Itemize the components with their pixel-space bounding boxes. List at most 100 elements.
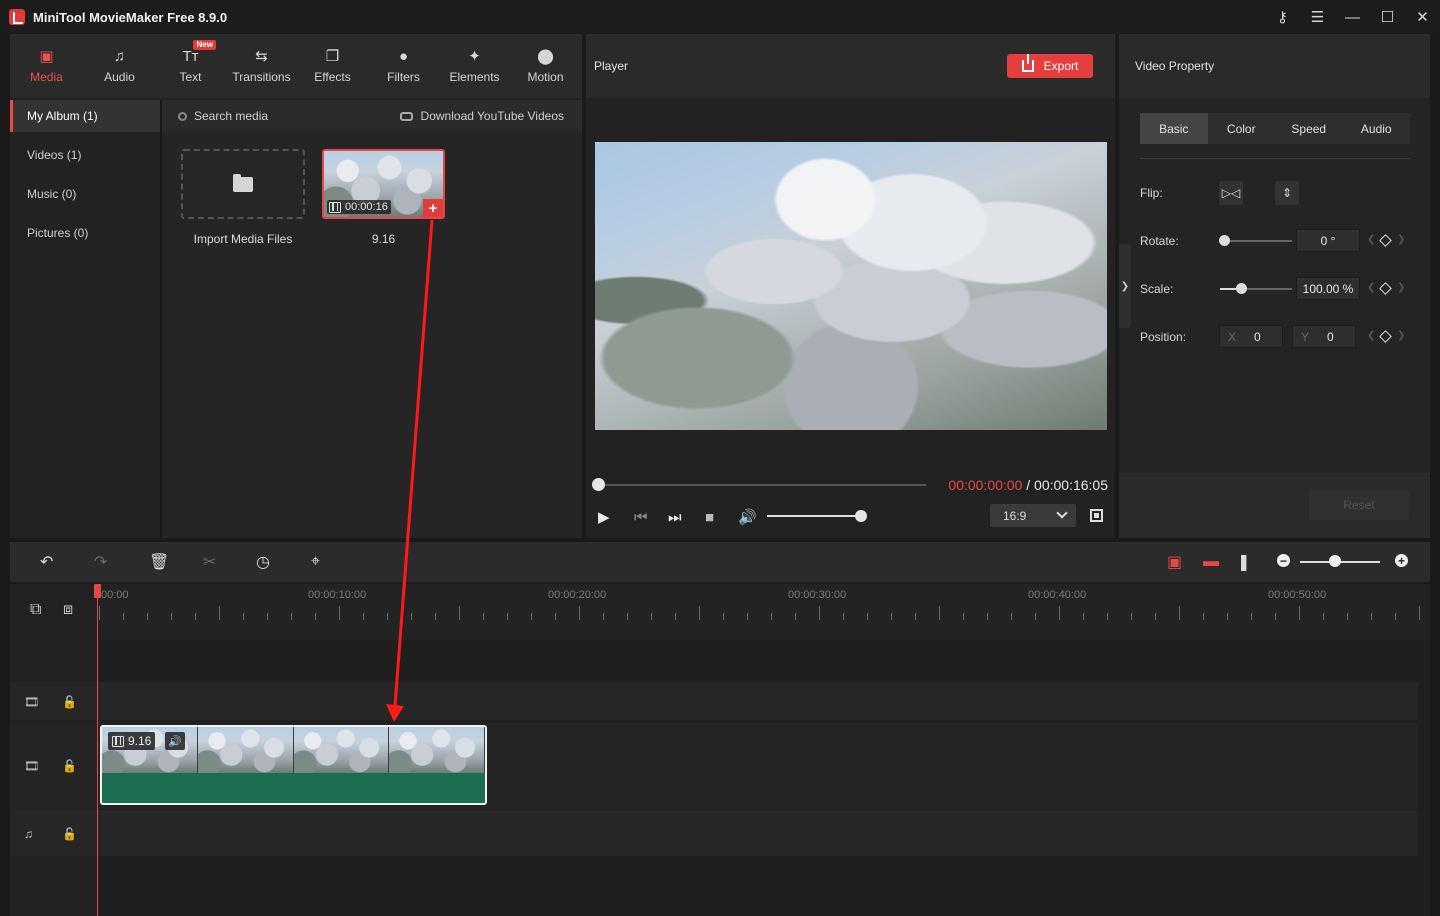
minimize-icon[interactable]: — xyxy=(1335,0,1370,34)
album-item-music[interactable]: Music (0) xyxy=(10,174,160,213)
zoom-handle[interactable] xyxy=(1329,555,1341,567)
export-button[interactable]: Export xyxy=(1007,54,1093,78)
stop-button[interactable]: ■ xyxy=(705,509,714,526)
preview-frame xyxy=(595,142,1107,430)
search-input[interactable]: Search media xyxy=(194,109,268,123)
album-item-videos[interactable]: Videos (1) xyxy=(10,135,160,174)
timeline-toolbar: ↶ ↷ 🗑 ✂ ◷ ⌖ ▣ ▬ ❚ − + xyxy=(10,542,1430,582)
next-keyframe-icon[interactable]: ❯ xyxy=(1397,234,1405,245)
volume-handle[interactable] xyxy=(855,510,867,522)
next-keyframe-icon[interactable]: ❯ xyxy=(1397,282,1405,293)
play-icon: ▶ xyxy=(598,509,610,526)
ruler-tick xyxy=(651,613,652,620)
redo-button[interactable]: ↷ xyxy=(94,554,107,571)
tab-filters[interactable]: ● Filters xyxy=(367,34,440,98)
tab-transitions[interactable]: ⇆ Transitions xyxy=(225,34,298,98)
tab-basic[interactable]: Basic xyxy=(1140,113,1208,144)
media-search-bar[interactable]: Search media Download YouTube Videos xyxy=(162,100,582,132)
rotate-handle[interactable] xyxy=(1219,235,1230,246)
timeline-video-clip[interactable]: 9.16 🔊 xyxy=(100,725,487,805)
ruler-tick xyxy=(1059,606,1060,620)
prev-keyframe-icon[interactable]: ❮ xyxy=(1367,330,1375,341)
flip-vertical-button[interactable]: ⇕ xyxy=(1275,181,1299,205)
tab-color[interactable]: Color xyxy=(1208,113,1276,144)
prev-keyframe-icon[interactable]: ❮ xyxy=(1367,234,1375,245)
album-item-my-album[interactable]: My Album (1) xyxy=(10,100,160,132)
delete-button[interactable]: 🗑 xyxy=(149,554,169,571)
crop-button[interactable]: ⌖ xyxy=(311,553,320,570)
snap-button[interactable]: ▣ xyxy=(1167,554,1182,571)
tab-effects[interactable]: ❐ Effects xyxy=(298,34,367,98)
upload-icon xyxy=(1021,54,1034,72)
ruler-tick xyxy=(987,613,988,620)
ruler-tick xyxy=(555,613,556,620)
ruler-tick xyxy=(1275,613,1276,620)
media-library: Search media Download YouTube Videos Imp… xyxy=(162,100,582,538)
position-keyframe-icon[interactable] xyxy=(1379,330,1392,343)
tab-elements[interactable]: ✦ Elements xyxy=(440,34,509,98)
fit-timeline-button[interactable]: ❚ xyxy=(1237,554,1250,571)
lock-icon[interactable]: 🔓 xyxy=(62,695,77,709)
rotate-input[interactable]: 0 ° xyxy=(1296,229,1360,252)
scale-slider[interactable] xyxy=(1220,288,1292,290)
clip-audio-icon[interactable]: 🔊 xyxy=(165,732,185,750)
elements-icon: ✦ xyxy=(468,48,481,65)
split-button[interactable]: ✂ xyxy=(203,554,216,571)
collapse-panel-button[interactable]: ❯ xyxy=(1119,244,1131,328)
lock-icon[interactable]: 🔓 xyxy=(62,827,77,841)
tab-media[interactable]: ▣ Media xyxy=(10,34,83,98)
previous-frame-button[interactable]: ⏮ xyxy=(634,509,648,526)
video-preview xyxy=(595,142,1107,430)
lock-icon[interactable]: 🔓 xyxy=(62,759,77,773)
menu-icon[interactable]: ☰ xyxy=(1300,0,1335,34)
tab-audio[interactable]: ♫ Audio xyxy=(83,34,156,98)
seek-bar[interactable] xyxy=(599,484,926,486)
zoom-out-icon[interactable]: − xyxy=(1277,554,1290,567)
zoom-in-icon[interactable]: + xyxy=(1395,554,1408,567)
key-icon[interactable]: ⚷ xyxy=(1265,0,1300,34)
close-icon[interactable]: ✕ xyxy=(1405,0,1440,34)
position-y-input[interactable]: Y 0 xyxy=(1292,325,1356,348)
volume-slider[interactable] xyxy=(767,515,859,517)
ruler-tick xyxy=(1299,606,1300,620)
tab-audio-property[interactable]: Audio xyxy=(1343,113,1411,144)
next-frame-button[interactable]: ⏭ xyxy=(668,509,682,526)
tab-text[interactable]: New Tᴛ Text xyxy=(156,34,225,98)
album-item-pictures[interactable]: Pictures (0) xyxy=(10,213,160,252)
split-audio-button[interactable]: ▬ xyxy=(1203,553,1219,570)
volume-button[interactable]: 🔊 xyxy=(738,509,757,526)
speed-button[interactable]: ◷ xyxy=(256,554,270,571)
reset-button[interactable]: Reset xyxy=(1309,490,1409,520)
time-ruler[interactable]: 00:00 00:00:10:00 00:00:20:00 00:00:30:0… xyxy=(99,584,1430,640)
transitions-icon: ⇆ xyxy=(255,48,268,65)
aspect-ratio-select[interactable]: 16:9 xyxy=(990,504,1076,527)
add-to-timeline-button[interactable]: + xyxy=(423,199,443,217)
position-x-tag: X xyxy=(1228,329,1237,344)
playhead[interactable] xyxy=(97,584,98,916)
playhead-handle[interactable] xyxy=(94,584,101,598)
play-button[interactable]: ▶ xyxy=(598,509,610,526)
flip-horizontal-button[interactable]: ▷◁ xyxy=(1219,181,1243,205)
fullscreen-icon[interactable] xyxy=(1090,509,1103,522)
seek-handle[interactable] xyxy=(592,478,605,491)
ruler-tick xyxy=(459,606,460,620)
position-x-input[interactable]: X 0 xyxy=(1219,325,1283,348)
add-track-icon[interactable]: ⧉ xyxy=(30,601,41,619)
rotate-keyframe-icon[interactable] xyxy=(1379,234,1392,247)
ruler-tick xyxy=(531,613,532,620)
scale-keyframe-icon[interactable] xyxy=(1379,282,1392,295)
scale-input[interactable]: 100.00 % xyxy=(1296,277,1360,300)
maximize-icon[interactable]: ☐ xyxy=(1370,0,1405,34)
tab-speed[interactable]: Speed xyxy=(1275,113,1343,144)
import-media-button[interactable] xyxy=(181,149,305,219)
next-keyframe-icon[interactable]: ❯ xyxy=(1397,330,1405,341)
media-clip-thumbnail[interactable]: 00:00:16 + xyxy=(322,149,445,219)
download-youtube-link[interactable]: Download YouTube Videos xyxy=(399,109,564,123)
rotate-slider[interactable] xyxy=(1220,240,1292,242)
undo-button[interactable]: ↶ xyxy=(40,554,53,571)
remove-track-icon[interactable]: ⧈ xyxy=(63,601,73,619)
title-bar: MiniTool MovieMaker Free 8.9.0 ⚷ ☰ — ☐ ✕ xyxy=(0,0,1440,34)
prev-keyframe-icon[interactable]: ❮ xyxy=(1367,282,1375,293)
tab-motion[interactable]: ⬤ Motion xyxy=(509,34,582,98)
scale-handle[interactable] xyxy=(1236,283,1247,294)
